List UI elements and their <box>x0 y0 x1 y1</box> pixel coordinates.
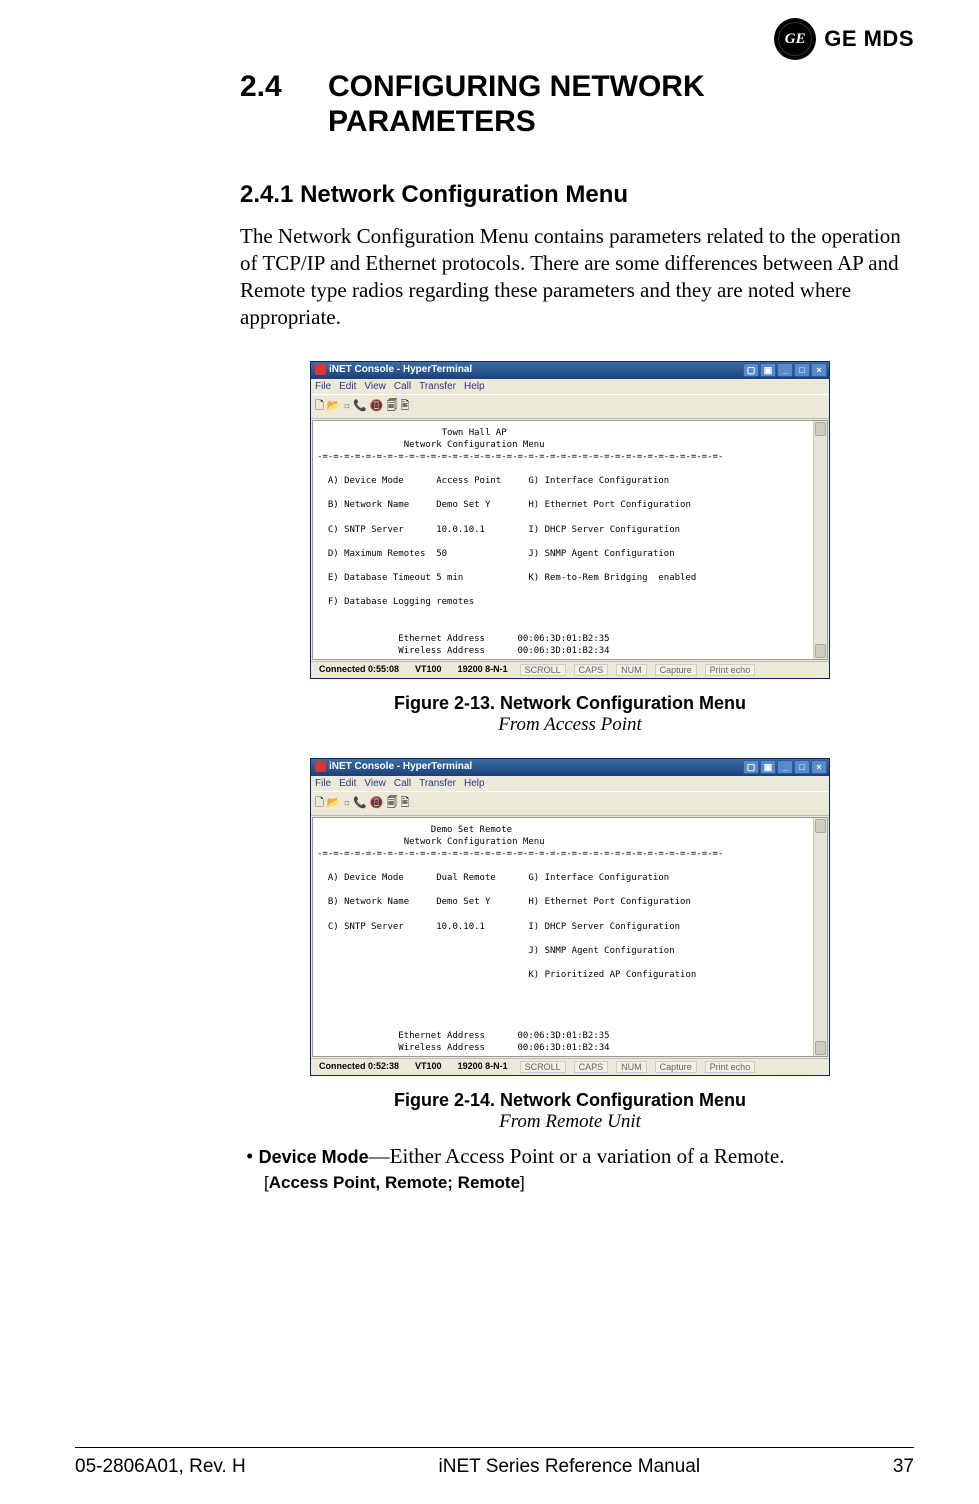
outer-btn-2[interactable]: ▣ <box>760 363 776 377</box>
brand-logo: GE GE MDS <box>774 18 914 60</box>
app-icon <box>315 761 326 772</box>
status-bar: Connected 0:52:38 VT100 19200 8-N-1 SCRO… <box>311 1058 829 1075</box>
window-title: iNET Console - HyperTerminal <box>329 364 472 375</box>
figure-2-14-title: Figure 2-14. Network Configuration Menu <box>310 1090 830 1111</box>
maximize-button[interactable]: □ <box>794 363 810 377</box>
figure-2-14-subtitle: From Remote Unit <box>310 1111 830 1133</box>
outer-btn-2[interactable]: ▣ <box>760 760 776 774</box>
outer-btn-1[interactable]: ▢ <box>743 363 759 377</box>
terminal-output-remote: Demo Set Remote Network Configuration Me… <box>312 817 828 1057</box>
subsection-heading: 2.4.1 Network Configuration Menu <box>240 181 910 209</box>
footer-center: iNET Series Reference Manual <box>439 1456 701 1478</box>
minimize-button[interactable]: _ <box>777 760 793 774</box>
toolbar[interactable]: 🗋📂▫📞📵🗐🖹 <box>311 394 829 419</box>
status-bar: Connected 0:55:08 VT100 19200 8-N-1 SCRO… <box>311 661 829 678</box>
menu-bar[interactable]: FileEditViewCallTransferHelp <box>311 379 829 394</box>
close-button[interactable]: × <box>811 363 827 377</box>
menu-bar[interactable]: FileEditViewCallTransferHelp <box>311 776 829 791</box>
outer-btn-1[interactable]: ▢ <box>743 760 759 774</box>
intro-paragraph: The Network Configuration Menu contains … <box>240 223 910 331</box>
section-heading: 2.4 CONFIGURING NETWORK PARAMETERS <box>240 70 910 139</box>
minimize-button[interactable]: _ <box>777 363 793 377</box>
close-button[interactable]: × <box>811 760 827 774</box>
ge-monogram-icon: GE <box>774 18 816 60</box>
figure-2-13-subtitle: From Access Point <box>310 714 830 736</box>
toolbar[interactable]: 🗋📂▫📞📵🗐🖹 <box>311 791 829 816</box>
figure-2-14: iNET Console - HyperTerminal ▢ ▣ _ □ × F… <box>310 758 830 1133</box>
figure-2-13-title: Figure 2-13. Network Configuration Menu <box>310 693 830 714</box>
list-item: Device Mode—Either Access Point or a var… <box>246 1143 910 1194</box>
terminal-output-ap: Town Hall AP Network Configuration Menu … <box>312 420 828 660</box>
options-list: Device Mode—Either Access Point or a var… <box>240 1143 910 1194</box>
page-footer: 05-2806A01, Rev. H iNET Series Reference… <box>75 1447 914 1478</box>
figure-2-13: iNET Console - HyperTerminal ▢ ▣ _ □ × F… <box>310 361 830 736</box>
footer-right: 37 <box>893 1456 914 1478</box>
app-icon <box>315 364 326 375</box>
brand-text: GE MDS <box>824 26 914 52</box>
footer-left: 05-2806A01, Rev. H <box>75 1456 246 1478</box>
maximize-button[interactable]: □ <box>794 760 810 774</box>
window-title: iNET Console - HyperTerminal <box>329 761 472 772</box>
